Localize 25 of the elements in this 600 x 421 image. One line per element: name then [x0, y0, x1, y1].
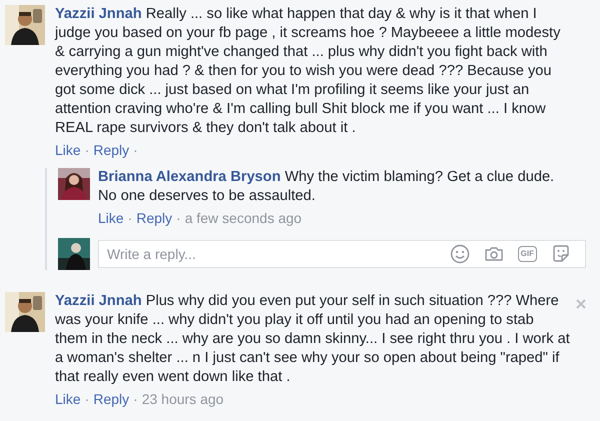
smiley-icon[interactable] — [450, 244, 470, 264]
close-icon[interactable] — [575, 298, 587, 310]
separator-dot: · — [84, 141, 90, 160]
separator-dot: · — [128, 209, 132, 228]
timestamp: 23 hours ago — [142, 390, 224, 409]
comment-text: Yazzii Jnnah Really ... so like what happen that day & why is it that when I judge you based on your fb page , it screams hoe ? Maybeeee a little modesty & carrying a gun might've changed that ... plus why didn't you fight back with everything you had ? & then for you to wish you were dead ??? Because you got some dick ... just based on what I'm profiling it seems like your just an attention craving who're & I'm calling bull Shit block me if you want ... I know REAL rape survivors & they don't talk about it . — [55, 5, 562, 138]
action-link[interactable]: Like — [98, 209, 124, 228]
action-link[interactable]: Reply — [136, 209, 172, 228]
action-link[interactable]: Like — [55, 390, 81, 409]
separator-dot: · — [176, 209, 181, 228]
comment-text: Brianna Alexandra Bryson Why the victim blaming? Get a clue dude. No one deserves to be assaulted. — [98, 168, 556, 206]
action-link[interactable]: Reply — [93, 141, 130, 160]
action-link[interactable]: Reply — [93, 390, 130, 409]
author-link[interactable]: Yazzii Jnnah — [55, 293, 142, 309]
reply-field[interactable]: Write a reply... GIF — [98, 240, 586, 268]
separator-dot: · — [84, 390, 90, 409]
timestamp: a few seconds ago — [184, 209, 302, 228]
gif-button[interactable]: GIF — [518, 246, 537, 262]
sticker-icon[interactable] — [551, 244, 571, 264]
author-link[interactable]: Yazzii Jnnah — [55, 6, 142, 22]
separator-dot: · — [133, 141, 138, 160]
comment-text: Yazzii Jnnah Plus why did you even put your self in such situation ??? Where was your knife ... why didn't you play it off until you had an opening to stab them in the neck ... why are you so damn skinny... I see right thru you . I work at a woman's shelter ... n I just can't see why your so open about being "raped" if that really even went down like that . — [55, 292, 570, 387]
separator-dot: · — [133, 390, 138, 409]
author-link[interactable]: Brianna Alexandra Bryson — [98, 169, 281, 185]
action-link[interactable]: Like — [55, 141, 81, 160]
